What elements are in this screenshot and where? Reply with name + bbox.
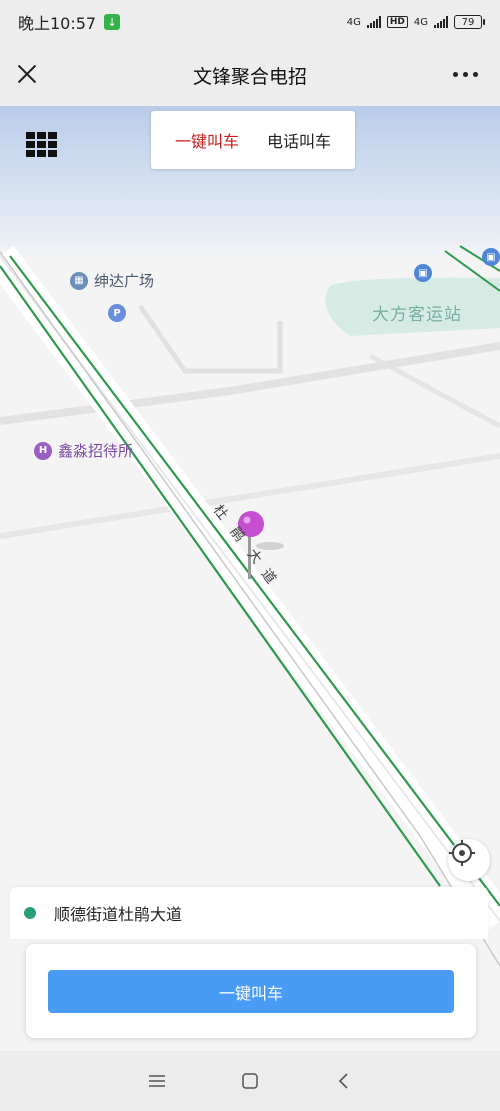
hd-badge: HD: [386, 16, 408, 28]
one-key-call-button[interactable]: 一键叫车: [48, 970, 454, 1013]
poi-plaza[interactable]: ▦ 绅达广场: [70, 270, 154, 291]
network-type-1: 4G: [346, 16, 361, 28]
tab-one-key-call[interactable]: 一键叫车: [175, 128, 239, 152]
crosshair-icon: [449, 840, 475, 866]
pickup-address[interactable]: 顺德街道杜鹃大道: [10, 887, 488, 939]
bus-stop[interactable]: ▣: [414, 264, 432, 282]
close-icon[interactable]: [14, 61, 40, 87]
status-indicators: 4G HD 4G 79: [346, 15, 485, 29]
hotel-icon: H: [34, 441, 52, 460]
poi-hotel-label: 鑫淼招待所: [58, 442, 134, 460]
poi-hotel[interactable]: H 鑫淼招待所: [34, 440, 133, 461]
call-panel: 一键叫车: [26, 944, 476, 1038]
pickup-address-text: 顺德街道杜鹃大道: [54, 905, 183, 924]
poi-plaza-label: 绅达广场: [94, 272, 155, 290]
system-nav-bar: [0, 1051, 500, 1111]
bus-stop-2[interactable]: ▣: [482, 248, 500, 266]
building-icon: ▦: [70, 271, 88, 290]
back-icon[interactable]: [323, 1061, 363, 1101]
parking-icon: P: [108, 304, 126, 322]
signal-icon-2: [434, 16, 448, 28]
title-bar: 文锋聚合电招: [0, 44, 500, 106]
parking-poi[interactable]: P: [108, 304, 126, 322]
battery-icon: 79: [454, 15, 485, 29]
more-options-icon[interactable]: [453, 72, 478, 77]
battery-level: 79: [461, 16, 475, 28]
mode-tabs: 一键叫车 电话叫车: [151, 111, 355, 169]
page-title: 文锋聚合电招: [192, 65, 307, 88]
network-type-2: 4G: [413, 16, 428, 28]
menu-icon[interactable]: [137, 1061, 177, 1101]
tab-phone-call[interactable]: 电话叫车: [267, 128, 331, 152]
grid-menu-icon[interactable]: [26, 132, 58, 158]
pickup-dot-icon: [24, 907, 36, 919]
download-icon: ↓: [104, 14, 121, 30]
bus-icon-2: ▣: [482, 248, 500, 266]
poi-bus-station-label: 大方客运站: [372, 305, 462, 325]
signal-icon: [366, 16, 381, 28]
locate-button[interactable]: [448, 839, 490, 881]
home-icon[interactable]: [230, 1061, 270, 1101]
bus-icon: ▣: [414, 264, 432, 282]
status-time: 晚上10:57: [18, 14, 97, 33]
status-bar: 晚上10:57 ↓ 4G HD 4G 79: [0, 0, 500, 44]
road-line-2: [9, 255, 500, 907]
